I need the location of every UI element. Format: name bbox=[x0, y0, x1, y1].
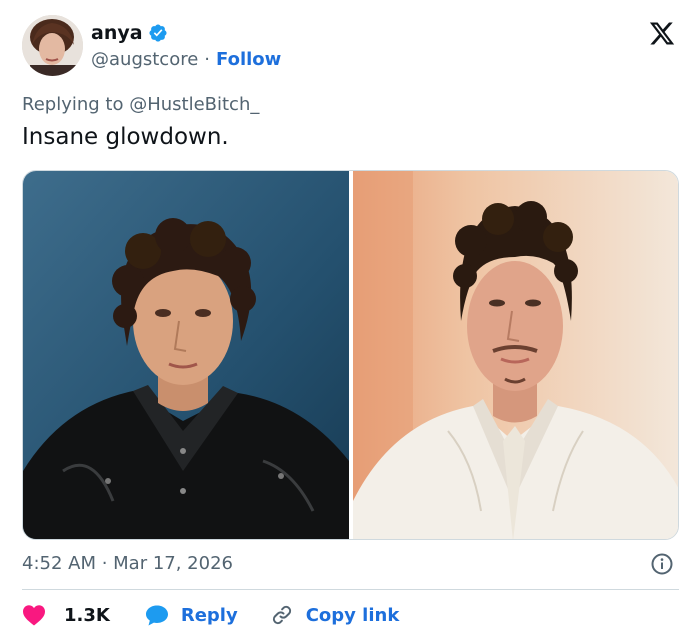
heart-icon bbox=[23, 605, 45, 626]
tweet-text: Insane glowdown. bbox=[22, 124, 229, 150]
action-bar: 1.3K Reply Copy link bbox=[22, 601, 399, 629]
speech-bubble-icon bbox=[145, 605, 168, 626]
photo-left[interactable] bbox=[23, 171, 349, 539]
reply-label: Reply bbox=[180, 604, 238, 626]
copy-link-label: Copy link bbox=[305, 604, 400, 626]
avatar[interactable] bbox=[22, 15, 83, 76]
copy-link-button[interactable]: Copy link bbox=[270, 603, 400, 627]
link-icon bbox=[272, 605, 291, 625]
photo-right[interactable] bbox=[353, 171, 678, 539]
tweet-card: anya @augstcore · Follow Replying to @Hu… bbox=[0, 0, 700, 642]
author-name-row: anya bbox=[91, 20, 168, 46]
tweet-timestamp[interactable]: 4:52 AM · Mar 17, 2026 bbox=[22, 553, 233, 574]
reply-button[interactable]: Reply bbox=[145, 603, 238, 627]
author-handle[interactable]: @augstcore bbox=[91, 49, 198, 70]
x-logo-icon[interactable] bbox=[648, 20, 676, 47]
like-count: 1.3K bbox=[64, 604, 110, 626]
tweet-media[interactable] bbox=[22, 170, 679, 540]
divider bbox=[22, 589, 679, 590]
like-button[interactable]: 1.3K bbox=[22, 604, 110, 626]
author-handle-row: @augstcore · Follow bbox=[91, 49, 281, 70]
replying-to: Replying to @HustleBitch_ bbox=[22, 94, 260, 115]
follow-button[interactable]: Follow bbox=[216, 49, 281, 70]
display-name[interactable]: anya bbox=[91, 22, 143, 44]
separator-dot: · bbox=[204, 49, 211, 70]
info-icon[interactable] bbox=[650, 552, 674, 576]
verified-badge-icon bbox=[149, 24, 167, 42]
